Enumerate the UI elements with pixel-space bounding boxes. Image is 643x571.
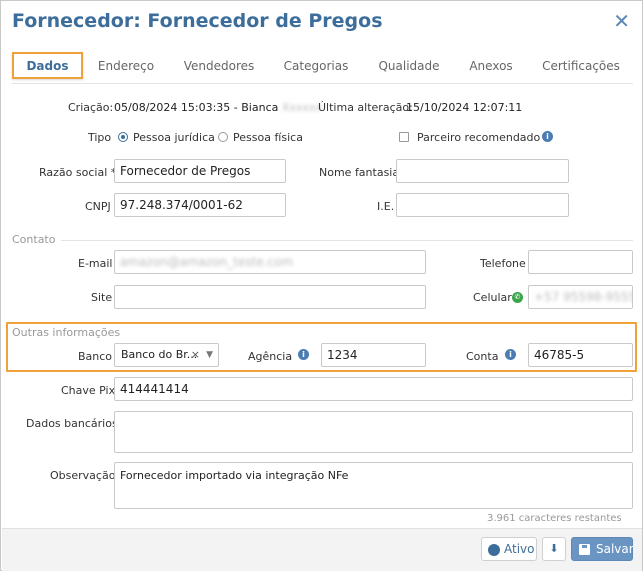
banco-select[interactable]: Banco do Br... × ▼ bbox=[114, 343, 219, 367]
tab-vendedores[interactable]: Vendedores bbox=[177, 51, 261, 81]
radio-pessoa-juridica[interactable] bbox=[118, 132, 128, 142]
clear-icon[interactable]: × bbox=[191, 344, 200, 366]
ativo-button[interactable]: Ativo bbox=[481, 537, 537, 561]
radio-pessoa-fisica[interactable] bbox=[218, 132, 228, 142]
dados-bancarios-textarea[interactable] bbox=[114, 411, 633, 453]
banco-label: Banco bbox=[78, 350, 113, 363]
dialog-title: Fornecedor: Fornecedor de Pregos bbox=[12, 10, 383, 32]
pessoa-fisica-label[interactable]: Pessoa física bbox=[233, 131, 303, 144]
tab-qualidade[interactable]: Qualidade bbox=[371, 51, 447, 81]
telefone-input[interactable] bbox=[528, 250, 633, 274]
chevron-down-icon[interactable]: ▼ bbox=[206, 344, 213, 366]
nome-fantasia-label: Nome fantasia bbox=[319, 166, 400, 179]
close-icon[interactable]: ✕ bbox=[613, 9, 630, 33]
supplier-dialog: Fornecedor: Fornecedor de Pregos ✕ Dados… bbox=[0, 0, 643, 571]
created-label: Criação: bbox=[68, 101, 114, 114]
parceiro-recomendado-checkbox[interactable] bbox=[399, 132, 409, 142]
email-label: E-mail bbox=[78, 257, 113, 270]
site-label: Site bbox=[91, 291, 113, 304]
ie-input[interactable] bbox=[396, 193, 569, 217]
created-date: 05/08/2024 15:03:35 - Bianca bbox=[114, 101, 279, 114]
razao-social-label: Razão social * bbox=[39, 166, 117, 179]
celular-value-blurred: +57 95598-9555 bbox=[534, 290, 633, 304]
email-input[interactable]: amazon@amazon_teste.com bbox=[114, 250, 426, 274]
tipo-label: Tipo bbox=[88, 131, 112, 144]
updated-label: Última alteração: bbox=[318, 101, 413, 114]
telefone-label: Telefone bbox=[480, 257, 526, 270]
contato-divider bbox=[61, 240, 633, 241]
conta-label: Conta bbox=[466, 350, 499, 363]
nome-fantasia-input[interactable] bbox=[396, 159, 569, 183]
tab-endereco[interactable]: Endereço bbox=[91, 51, 161, 81]
download-button[interactable]: ⬇ bbox=[542, 537, 566, 561]
whatsapp-icon[interactable]: ✆ bbox=[512, 292, 523, 303]
download-icon: ⬇ bbox=[549, 542, 559, 555]
tab-dados[interactable]: Dados bbox=[14, 51, 81, 81]
conta-info-icon[interactable]: i bbox=[505, 349, 516, 360]
agencia-input[interactable]: 1234 bbox=[321, 343, 426, 367]
updated-value: 15/10/2024 12:07:11 bbox=[406, 101, 523, 114]
tab-categorias[interactable]: Categorias bbox=[279, 51, 353, 81]
ie-label: I.E. bbox=[377, 200, 395, 213]
observacao-label: Observação bbox=[50, 469, 116, 482]
banco-selected-value: Banco do Br... bbox=[121, 348, 198, 361]
celular-input[interactable]: +57 95598-9555 bbox=[528, 285, 633, 309]
info-icon[interactable]: i bbox=[542, 131, 553, 142]
chars-remaining: 3.961 caracteres restantes bbox=[487, 513, 622, 524]
chave-pix-input[interactable]: 414441414 bbox=[114, 377, 633, 401]
razao-social-input[interactable]: Fornecedor de Pregos bbox=[114, 159, 286, 183]
ativo-status-icon bbox=[488, 544, 500, 556]
agencia-label: Agência bbox=[248, 350, 293, 363]
email-value-blurred: amazon@amazon_teste.com bbox=[120, 255, 294, 269]
tab-bar: Dados Endereço Vendedores Categorias Qua… bbox=[1, 51, 643, 81]
tab-divider bbox=[12, 83, 633, 84]
save-icon bbox=[579, 544, 590, 555]
save-button[interactable]: Salvar bbox=[571, 537, 634, 561]
site-input[interactable] bbox=[114, 285, 426, 309]
agencia-info-icon[interactable]: i bbox=[298, 349, 309, 360]
conta-input[interactable]: 46785-5 bbox=[528, 343, 633, 367]
parceiro-recomendado-label[interactable]: Parceiro recomendado bbox=[417, 131, 540, 144]
cnpj-input[interactable]: 97.248.374/0001-62 bbox=[114, 193, 286, 217]
observacao-textarea[interactable]: Fornecedor importado via integração NFe bbox=[114, 462, 633, 509]
created-value: 05/08/2024 15:03:35 - Bianca Xxxxxx bbox=[114, 101, 322, 114]
ativo-label: Ativo bbox=[504, 542, 535, 556]
pessoa-juridica-label[interactable]: Pessoa jurídica bbox=[133, 131, 215, 144]
created-user-blurred: Xxxxxx bbox=[281, 101, 322, 114]
save-label: Salvar bbox=[596, 542, 634, 556]
celular-label: Celular bbox=[473, 291, 512, 304]
contato-section-title: Contato bbox=[12, 233, 56, 246]
dados-bancarios-label: Dados bancários bbox=[26, 417, 118, 430]
tab-certificacoes[interactable]: Certificações bbox=[537, 51, 625, 81]
tab-anexos[interactable]: Anexos bbox=[461, 51, 521, 81]
chave-pix-label: Chave Pix bbox=[61, 384, 116, 397]
cnpj-label: CNPJ bbox=[85, 200, 111, 213]
